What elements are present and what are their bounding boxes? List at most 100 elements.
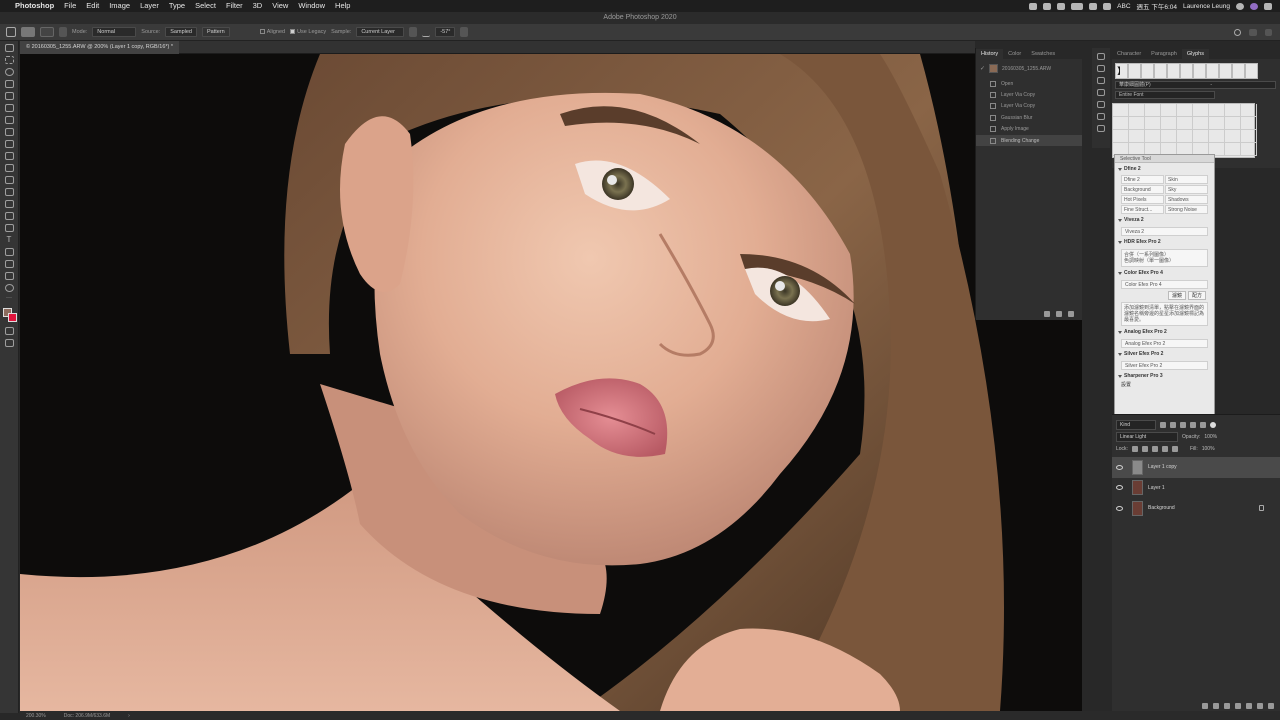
tab-character[interactable]: Character bbox=[1112, 49, 1146, 59]
history-item[interactable]: Layer Via Copy bbox=[976, 101, 1082, 112]
filter-adjustment-icon[interactable] bbox=[1170, 422, 1176, 428]
user-name[interactable]: Laurence Leung bbox=[1183, 3, 1230, 10]
sky-button[interactable]: Sky bbox=[1165, 185, 1208, 194]
new-adjustment-icon[interactable] bbox=[1235, 703, 1241, 709]
fx-icon[interactable] bbox=[1213, 703, 1219, 709]
sample-select[interactable]: Current Layer bbox=[356, 27, 405, 37]
lock-icon[interactable] bbox=[1259, 505, 1264, 512]
history-item[interactable]: Layer Via Copy bbox=[976, 89, 1082, 100]
layer-row-background[interactable]: Background bbox=[1112, 498, 1280, 519]
clock[interactable]: 週五 下午6:04 bbox=[1137, 1, 1177, 11]
menu-file[interactable]: File bbox=[59, 0, 81, 12]
section-analog[interactable]: Analog Efex Pro 2 bbox=[1115, 326, 1214, 337]
brush-settings-icon[interactable] bbox=[1097, 125, 1105, 132]
cloud-icon[interactable] bbox=[1029, 2, 1038, 10]
wifi-icon[interactable] bbox=[1089, 2, 1098, 10]
move-tool-icon[interactable] bbox=[4, 44, 14, 52]
silver-button[interactable]: Silver Efex Pro 2 bbox=[1121, 361, 1208, 370]
type-tool-icon[interactable]: T bbox=[5, 236, 14, 244]
quick-mask-icon[interactable] bbox=[4, 327, 14, 335]
menu-layer[interactable]: Layer bbox=[135, 0, 164, 12]
dodge-tool-icon[interactable] bbox=[4, 212, 14, 220]
filter-toggle-icon[interactable] bbox=[1210, 422, 1216, 428]
filter-pixel-icon[interactable] bbox=[1160, 422, 1166, 428]
notification-icon[interactable] bbox=[1264, 2, 1272, 10]
tab-glyphs[interactable]: Glyphs bbox=[1181, 48, 1209, 59]
lock-artboard-icon[interactable] bbox=[1161, 446, 1168, 452]
ignore-adjustment-icon[interactable] bbox=[409, 27, 418, 37]
font-select[interactable]: 華康細圓體(P) - bbox=[1115, 81, 1276, 89]
lock-all-icon[interactable] bbox=[1171, 446, 1178, 452]
lasso-tool-icon[interactable] bbox=[4, 68, 14, 76]
clone-source-icon[interactable] bbox=[59, 27, 67, 37]
filter-shape-icon[interactable] bbox=[1190, 422, 1196, 428]
shape-tool-icon[interactable] bbox=[4, 260, 14, 268]
layer-name[interactable]: Layer 1 copy bbox=[1148, 464, 1177, 470]
gradient-tool-icon[interactable] bbox=[4, 188, 14, 196]
doc-size[interactable]: Doc: 206.9M/633.6M bbox=[64, 713, 110, 719]
hdr-options[interactable]: 合併（一系列圖像） 色調映射（單一圖像） bbox=[1121, 249, 1208, 267]
background-button[interactable]: Background bbox=[1121, 185, 1164, 194]
adjustments-panel-icon[interactable] bbox=[1097, 89, 1105, 96]
properties-panel-icon[interactable] bbox=[1097, 101, 1105, 108]
glyph-set-select[interactable]: Entire Font bbox=[1115, 91, 1215, 99]
glyph-cell[interactable] bbox=[1206, 63, 1219, 79]
menu-view[interactable]: View bbox=[267, 0, 293, 12]
section-color-efex[interactable]: Color Efex Pro 4 bbox=[1115, 267, 1214, 278]
more-tools-icon[interactable]: ··· bbox=[5, 295, 14, 304]
glyph-cell[interactable] bbox=[1167, 63, 1180, 79]
section-sharpener[interactable]: Sharpener Pro 3 bbox=[1115, 370, 1214, 381]
share-icon[interactable] bbox=[1265, 28, 1272, 36]
workspace-icon[interactable] bbox=[1249, 28, 1257, 36]
volume-icon[interactable] bbox=[1103, 2, 1112, 10]
history-item[interactable]: Blending Change bbox=[976, 134, 1082, 147]
glyph-cell[interactable] bbox=[1141, 63, 1154, 79]
shadows-button[interactable]: Shadows bbox=[1165, 195, 1208, 204]
healing-brush-tool-icon[interactable] bbox=[4, 128, 14, 136]
menu-3d[interactable]: 3D bbox=[248, 0, 268, 12]
mode-select[interactable]: Normal bbox=[92, 27, 137, 37]
fill-field[interactable]: 100% bbox=[1202, 446, 1215, 452]
section-silver[interactable]: Silver Efex Pro 2 bbox=[1115, 348, 1214, 359]
angle-icon[interactable] bbox=[422, 27, 431, 37]
menu-window[interactable]: Window bbox=[293, 0, 330, 12]
history-item[interactable]: Gaussian Blur bbox=[976, 112, 1082, 123]
layer-row-layer-1[interactable]: Layer 1 bbox=[1112, 478, 1280, 499]
viveza-button[interactable]: Viveza 2 bbox=[1121, 227, 1208, 236]
glyph-cell[interactable] bbox=[1128, 63, 1141, 79]
screen-mode-icon[interactable] bbox=[4, 339, 14, 347]
add-mask-icon[interactable] bbox=[1224, 703, 1230, 709]
layer-filter-select[interactable]: Kind bbox=[1116, 420, 1156, 430]
path-selection-tool-icon[interactable] bbox=[4, 248, 14, 256]
new-document-from-state-icon[interactable] bbox=[1044, 311, 1050, 317]
lock-image-icon[interactable] bbox=[1141, 446, 1148, 452]
lock-transparent-icon[interactable] bbox=[1131, 446, 1138, 452]
history-brush-tool-icon[interactable] bbox=[4, 164, 14, 172]
search-icon[interactable] bbox=[1234, 28, 1241, 36]
layer-name[interactable]: Layer 1 bbox=[1148, 485, 1165, 491]
hand-tool-icon[interactable] bbox=[4, 272, 14, 280]
history-item[interactable]: Open bbox=[976, 78, 1082, 89]
delete-layer-icon[interactable] bbox=[1268, 703, 1274, 709]
home-icon[interactable] bbox=[6, 27, 16, 37]
menu-help[interactable]: Help bbox=[330, 0, 355, 12]
menu-edit[interactable]: Edit bbox=[81, 0, 104, 12]
history-brush-source-icon[interactable]: ✓ bbox=[980, 65, 985, 72]
filter-smart-object-icon[interactable] bbox=[1200, 422, 1206, 428]
document-tab[interactable]: © 20160305_1255.ARW @ 200% (Layer 1 copy… bbox=[20, 41, 180, 54]
dropbox-icon[interactable] bbox=[1043, 2, 1052, 10]
visibility-eye-icon[interactable] bbox=[1116, 464, 1123, 470]
source-sampled-button[interactable]: Sampled bbox=[165, 27, 197, 37]
glyph-cell[interactable] bbox=[1180, 63, 1193, 79]
filters-button[interactable]: 濾鏡 bbox=[1167, 291, 1186, 300]
history-snapshot[interactable]: ✓ 20160305_1255.ARW bbox=[976, 59, 1082, 78]
dfine-button[interactable]: Dfine 2 bbox=[1121, 175, 1164, 184]
section-hdr[interactable]: HDR Efex Pro 2 bbox=[1115, 236, 1214, 247]
glyph-cell[interactable] bbox=[1232, 63, 1245, 79]
filter-type-icon[interactable] bbox=[1180, 422, 1186, 428]
fine-structure-button[interactable]: Fine Struct... bbox=[1121, 205, 1164, 214]
eraser-tool-icon[interactable] bbox=[4, 176, 14, 184]
trash-icon[interactable] bbox=[1068, 311, 1074, 317]
tab-paragraph[interactable]: Paragraph bbox=[1146, 49, 1182, 59]
glyph-cell[interactable] bbox=[1219, 63, 1232, 79]
